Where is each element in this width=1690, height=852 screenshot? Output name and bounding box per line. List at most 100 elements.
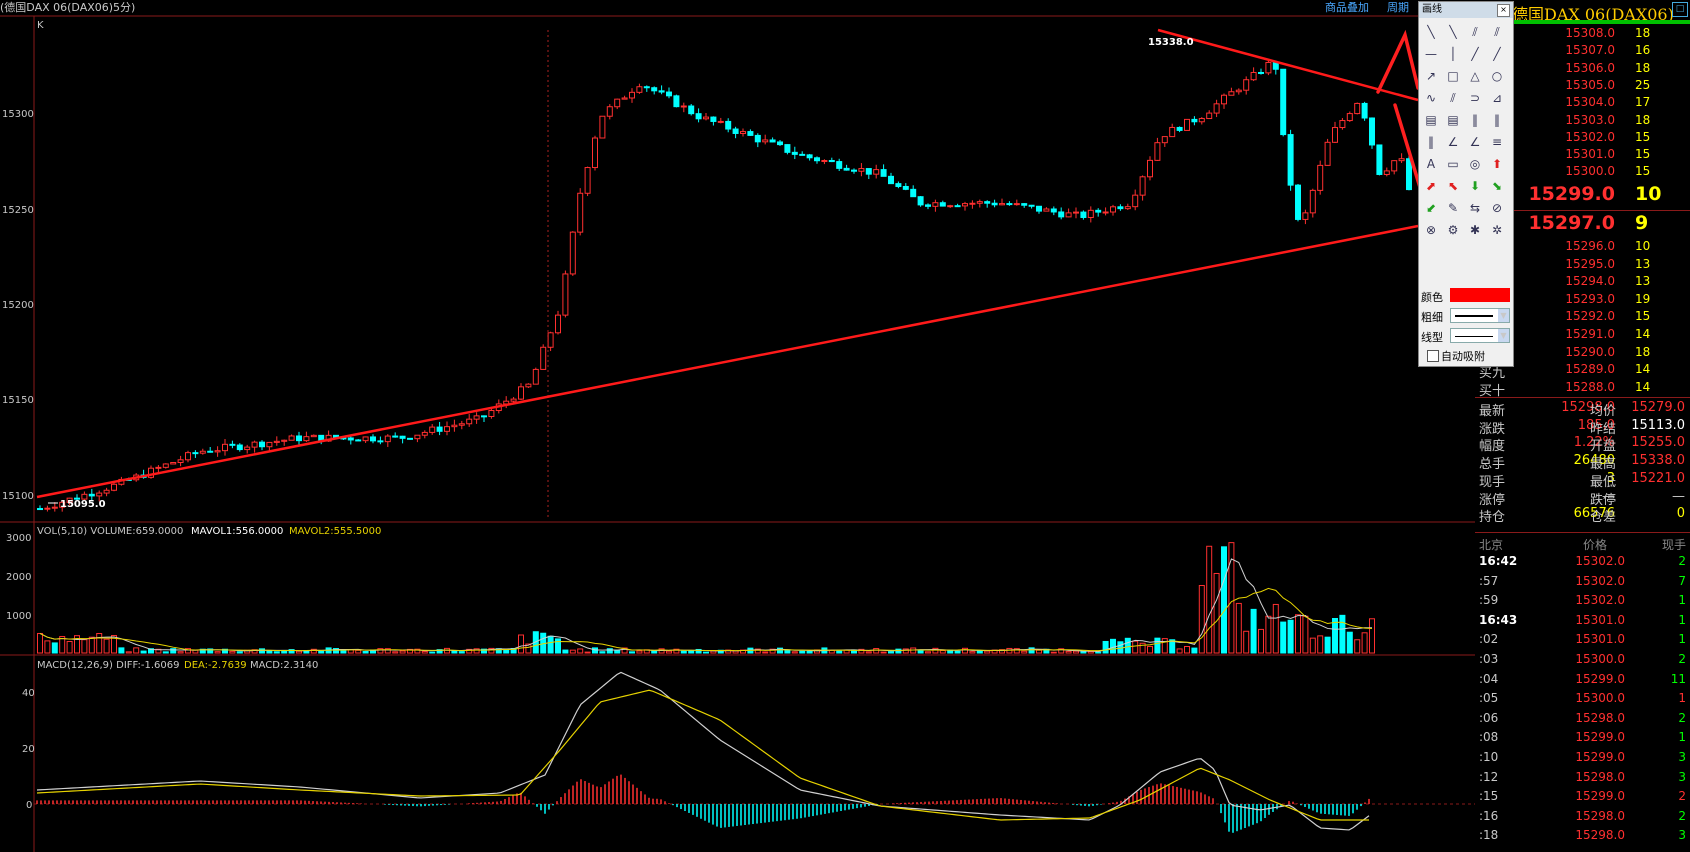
candle-body xyxy=(888,175,894,185)
volume-bar xyxy=(266,650,273,654)
angle-icon[interactable]: ⊿ xyxy=(1487,88,1507,108)
candle-body xyxy=(1036,205,1042,212)
tick-price: 15298.0 xyxy=(1575,808,1625,823)
segment-icon[interactable]: ╲ xyxy=(1443,22,1463,42)
tick-price: 15299.0 xyxy=(1575,750,1625,764)
candle-body xyxy=(1346,113,1353,122)
candle-body xyxy=(229,443,236,446)
settings-icon[interactable]: ⚙ xyxy=(1443,220,1463,240)
pen-icon[interactable]: ✎ xyxy=(1443,198,1463,218)
pitchfork-icon[interactable]: ⫽ xyxy=(1443,88,1463,108)
period-link[interactable]: 周期 xyxy=(1387,1,1409,14)
line-style-select[interactable]: ▼ xyxy=(1450,328,1510,343)
candle-body xyxy=(547,332,554,348)
close-icon[interactable]: □ xyxy=(1672,2,1688,17)
down-arrow-icon[interactable]: ⬇ xyxy=(1465,176,1485,196)
arrow-line-icon[interactable]: ↗ xyxy=(1421,66,1441,86)
candle-body xyxy=(103,489,110,494)
candle-body xyxy=(1006,203,1013,206)
text-icon[interactable]: A xyxy=(1421,154,1441,174)
stat-label: 涨跌 xyxy=(1479,421,1506,437)
up-left-arrow-icon[interactable]: ⬉ xyxy=(1443,176,1463,196)
candle-body xyxy=(762,139,769,143)
bid-label: 买十 xyxy=(1479,383,1506,399)
volume-bar xyxy=(784,649,791,654)
volume-bar xyxy=(1184,646,1190,654)
speed-icon[interactable]: ∠ xyxy=(1465,132,1485,152)
volume-bar xyxy=(629,651,635,654)
target-icon[interactable]: ◎ xyxy=(1465,154,1485,174)
down-left-arrow-icon[interactable]: ⬋ xyxy=(1421,198,1441,218)
tick-time: :59 xyxy=(1479,593,1499,608)
volume-bar xyxy=(584,651,591,654)
support-trendline[interactable] xyxy=(36,224,1419,499)
tick-volume: 1 xyxy=(1678,730,1686,745)
volume-bar xyxy=(791,651,798,654)
tick-time: :05 xyxy=(1479,691,1499,706)
volume-bar xyxy=(273,651,280,654)
vline-icon[interactable]: │ xyxy=(1443,44,1463,64)
candle-body xyxy=(1110,206,1116,213)
curve-icon[interactable]: ∿ xyxy=(1421,88,1441,108)
candle-body xyxy=(1198,118,1205,123)
chart-area[interactable]: (德国DAX 06(DAX06)5分) 商品叠加 周期 K 15300 1525… xyxy=(0,0,1475,852)
hline-icon[interactable]: — xyxy=(1421,44,1441,64)
mark-icon[interactable]: ✲ xyxy=(1487,220,1507,240)
candle-body xyxy=(666,91,672,97)
bid-price: 15296.0 xyxy=(1565,239,1615,253)
tick-time: :08 xyxy=(1479,730,1499,745)
arc-icon[interactable]: ⊃ xyxy=(1465,88,1485,108)
bid-row[interactable]: 买十 15288.0 14 xyxy=(1475,380,1690,399)
candle-body xyxy=(873,169,880,175)
volume-bar xyxy=(37,632,43,654)
volume-bar xyxy=(577,648,584,654)
candle-body xyxy=(1324,141,1331,166)
candle-body xyxy=(680,105,687,108)
volume-bar xyxy=(1213,572,1220,654)
up-right-arrow-icon[interactable]: ⬈ xyxy=(1421,176,1441,196)
ask-price: 15306.0 xyxy=(1565,60,1615,75)
candle-body xyxy=(777,141,783,146)
triangle-icon[interactable]: △ xyxy=(1465,66,1485,86)
delete-icon[interactable]: ⊗ xyxy=(1421,220,1441,240)
ask1-volume: 10 xyxy=(1635,183,1662,205)
drawing-toolbox[interactable]: 画线 × ╲ ╲ ⫽ ⫽ — │ ╱ ╱ ↗ □ △ ○ ∿ ⫽ ⊃ ⊿ ▤ ▤ ‖ ‖ ‖ ∠ ∠ ≡ A ▭ ◎ ⬆ ⬈ ⬉ ⬇ ⬊ ⬋ ✎ ⇆… xyxy=(1418,1,1514,367)
width-select[interactable]: ▼ xyxy=(1450,308,1510,323)
candle-body xyxy=(821,159,828,162)
grid-icon[interactable]: ‖ xyxy=(1487,110,1507,130)
tick-price: 15299.0 xyxy=(1575,671,1625,686)
vol-mavol2: MAVOL2:555.5000 xyxy=(289,526,381,537)
ellipse-icon[interactable]: ○ xyxy=(1487,66,1507,86)
trend-icon[interactable]: ╱ xyxy=(1487,44,1507,64)
fan-icon[interactable]: ∠ xyxy=(1443,132,1463,152)
stat-value: 15113.0 xyxy=(1631,417,1685,433)
gann-icon[interactable]: ‖ xyxy=(1421,132,1441,152)
candle-body xyxy=(673,95,680,108)
tick-volume: 1 xyxy=(1678,632,1686,647)
candle-body xyxy=(1235,89,1242,93)
up-arrow-icon[interactable]: ⬆ xyxy=(1487,154,1507,174)
line-icon[interactable]: ╱ xyxy=(1465,44,1485,64)
levels-icon[interactable]: ≡ xyxy=(1487,132,1507,152)
close-icon[interactable]: × xyxy=(1497,4,1510,17)
tick-row: 16:43 15301.0 1 xyxy=(1475,613,1690,632)
channel-icon[interactable]: ⫽ xyxy=(1465,22,1485,42)
erase-icon[interactable]: ⊘ xyxy=(1487,198,1507,218)
fib-icon[interactable]: ▤ xyxy=(1421,110,1441,130)
parallel-icon[interactable]: ⫽ xyxy=(1487,22,1507,42)
swap-icon[interactable]: ⇆ xyxy=(1465,198,1485,218)
volume-bar xyxy=(1324,636,1331,654)
star-icon[interactable]: ✱ xyxy=(1465,220,1485,240)
box-icon[interactable]: ▤ xyxy=(1443,110,1463,130)
rectangle-icon[interactable]: □ xyxy=(1443,66,1463,86)
period-icon[interactable]: ‖ xyxy=(1465,110,1485,130)
overlay-link[interactable]: 商品叠加 xyxy=(1325,0,1369,14)
ray-icon[interactable]: ╲ xyxy=(1421,22,1441,42)
auto-attach-checkbox[interactable] xyxy=(1427,350,1439,362)
volume-bar xyxy=(1161,638,1168,654)
color-picker[interactable] xyxy=(1450,288,1510,302)
volume-bar xyxy=(1087,651,1094,654)
down-right-arrow-icon[interactable]: ⬊ xyxy=(1487,176,1507,196)
stat-row: 最新 15298.0 均价 15279.0 xyxy=(1475,400,1690,419)
ruler-icon[interactable]: ▭ xyxy=(1443,154,1463,174)
